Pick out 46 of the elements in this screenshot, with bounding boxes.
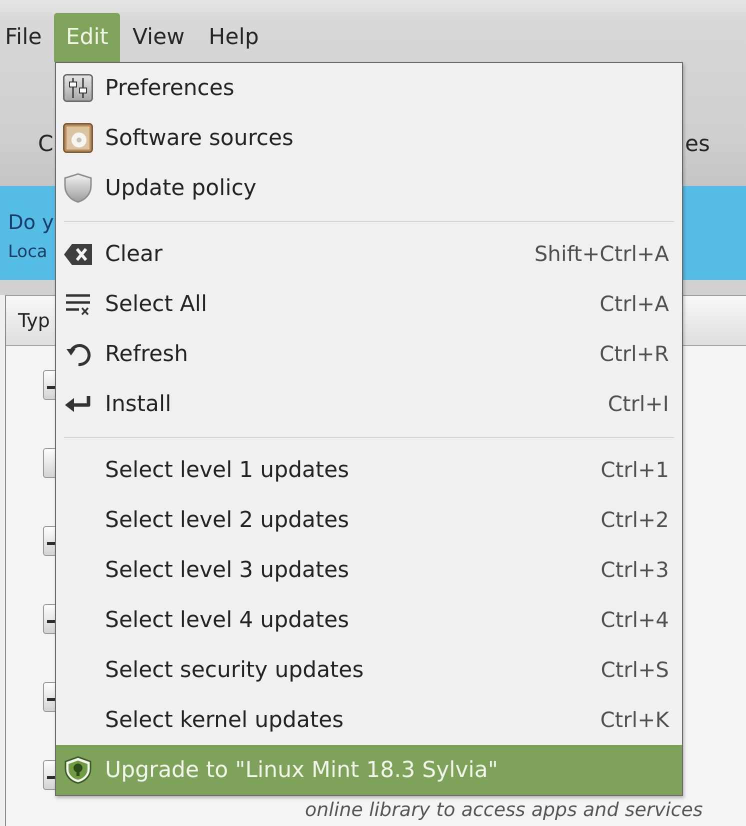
shortcut-text: Shift+Ctrl+A — [534, 242, 669, 266]
menu-item[interactable]: Update policy — [56, 163, 682, 213]
menu-item[interactable]: Select kernel updates Ctrl+K — [56, 695, 682, 745]
package-description: online library to access apps and services — [305, 799, 703, 821]
shortcut-text: Ctrl+R — [599, 342, 669, 366]
info-subtitle: Loca — [8, 241, 48, 263]
menu-item[interactable]: Clear Shift+Ctrl+A — [56, 229, 682, 279]
shortcut-text: Ctrl+1 — [600, 458, 669, 482]
menu-item[interactable]: Refresh Ctrl+R — [56, 329, 682, 379]
menu-item[interactable]: Install Ctrl+I — [56, 379, 682, 429]
checkbox[interactable] — [43, 760, 55, 790]
disc-tile-icon — [63, 123, 93, 153]
shield-icon — [64, 173, 92, 203]
shortcut-text: Ctrl+I — [608, 392, 669, 416]
shortcut-text: Ctrl+3 — [600, 558, 669, 582]
menu-item[interactable]: Select level 3 updates Ctrl+3 — [56, 545, 682, 595]
shortcut-text: Ctrl+S — [600, 658, 669, 682]
shortcut-text: Ctrl+2 — [600, 508, 669, 532]
menu-title[interactable]: Help — [196, 13, 271, 62]
lines-icon — [65, 292, 91, 316]
checkbox[interactable] — [43, 448, 55, 478]
menu-item[interactable]: Preferences — [56, 63, 682, 113]
return-arrow-icon — [65, 394, 91, 414]
info-title: Do y — [8, 209, 54, 235]
toolbar-button[interactable]: C — [38, 131, 54, 159]
toolbar-button[interactable]: es — [685, 131, 710, 159]
refresh-icon — [66, 342, 90, 366]
shortcut-text: Ctrl+K — [600, 708, 669, 732]
checkbox[interactable] — [43, 526, 55, 556]
menu-item[interactable]: Select security updates Ctrl+S — [56, 645, 682, 695]
leaf-shield-icon — [64, 756, 92, 784]
menu-item[interactable]: Select level 4 updates Ctrl+4 — [56, 595, 682, 645]
sliders-icon — [63, 74, 93, 102]
menu-item[interactable]: Select All Ctrl+A — [56, 279, 682, 329]
menu-item[interactable]: Select level 1 updates Ctrl+1 — [56, 445, 682, 495]
menu-item[interactable]: Select level 2 updates Ctrl+2 — [56, 495, 682, 545]
checkbox[interactable] — [43, 370, 55, 400]
checkbox[interactable] — [43, 604, 55, 634]
column-header[interactable]: Typ — [18, 310, 50, 332]
menu-title[interactable]: View — [120, 13, 197, 62]
backspace-icon — [63, 242, 93, 266]
menu-title[interactable]: File — [0, 13, 54, 62]
shortcut-text: Ctrl+A — [600, 292, 669, 316]
shortcut-text: Ctrl+4 — [600, 608, 669, 632]
checkbox[interactable] — [43, 682, 55, 712]
menu-item[interactable]: Software sources — [56, 113, 682, 163]
